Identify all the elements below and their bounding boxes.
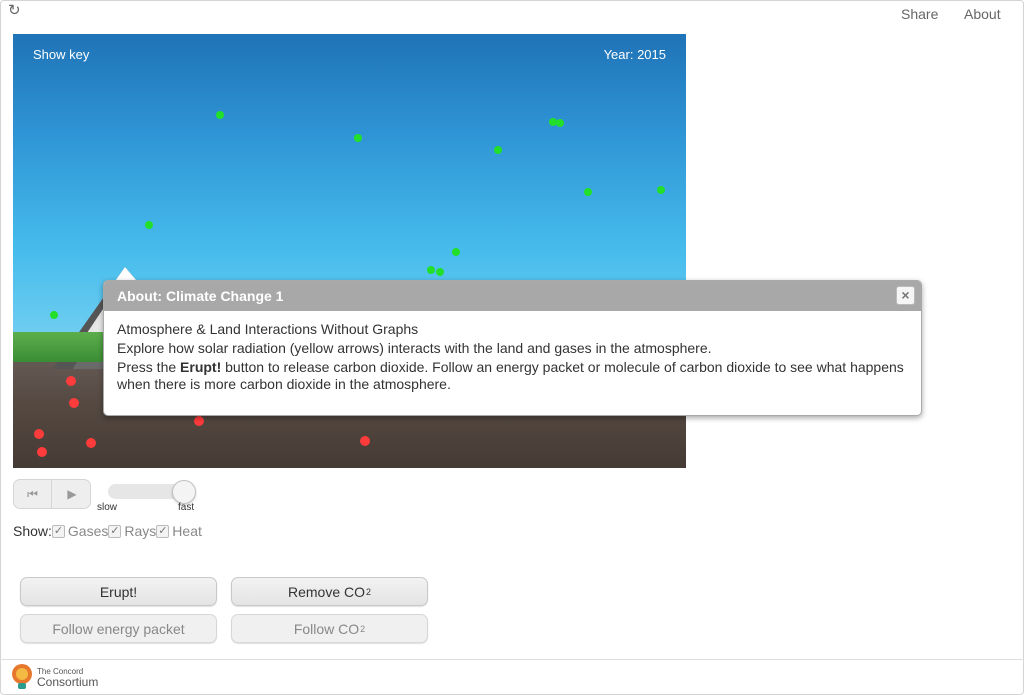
heat-particle bbox=[66, 376, 76, 386]
co2-molecule bbox=[145, 221, 153, 229]
follow-co2-button[interactable]: Follow CO 2 bbox=[231, 614, 428, 643]
co2-molecule bbox=[494, 146, 502, 154]
reload-icon[interactable]: ↻ bbox=[8, 3, 24, 19]
dialog-body: Atmosphere & Land Interactions Without G… bbox=[104, 311, 921, 393]
subscript: 2 bbox=[360, 623, 366, 634]
show-options: Show: ✓ Gases ✓ Rays ✓ Heat bbox=[13, 523, 202, 539]
follow-energy-packet-button[interactable]: Follow energy packet bbox=[20, 614, 217, 643]
fast-label: fast bbox=[178, 502, 195, 513]
heat-particle bbox=[86, 438, 96, 448]
dialog-header: About: Climate Change 1 × bbox=[104, 281, 921, 311]
dialog-title: About: Climate Change 1 bbox=[117, 288, 284, 304]
logo-line2: Consortium bbox=[37, 675, 99, 689]
slow-label: slow bbox=[97, 502, 118, 513]
play-icon: ▶ bbox=[67, 487, 77, 501]
speed-slider-thumb[interactable] bbox=[172, 480, 196, 504]
check-icon[interactable]: ✓ bbox=[51, 524, 65, 538]
co2-molecule bbox=[452, 248, 460, 256]
lightbulb-icon bbox=[12, 664, 32, 689]
dialog-line-1: Atmosphere & Land Interactions Without G… bbox=[117, 321, 419, 337]
co2-molecule bbox=[584, 188, 592, 196]
heat-particle bbox=[69, 398, 79, 408]
show-heat-option[interactable]: ✓ Heat bbox=[156, 523, 202, 539]
heat-particle bbox=[360, 436, 370, 446]
subscript: 2 bbox=[366, 586, 372, 597]
erupt-button[interactable]: Erupt! bbox=[20, 577, 217, 606]
heat-particle bbox=[34, 429, 44, 439]
show-rays-option[interactable]: ✓ Rays bbox=[108, 523, 156, 539]
option-label: Heat bbox=[172, 523, 202, 539]
co2-molecule bbox=[50, 311, 58, 319]
skip-back-icon: ⏮ bbox=[27, 486, 38, 501]
about-link[interactable]: About bbox=[964, 6, 1001, 22]
co2-molecule bbox=[427, 266, 435, 274]
show-label: Show: bbox=[13, 523, 52, 539]
concord-logo[interactable]: The Concord Consortium bbox=[9, 662, 98, 692]
dialog-line-3-post: button to release carbon dioxide. Follow… bbox=[117, 359, 904, 392]
share-link[interactable]: Share bbox=[901, 6, 938, 22]
play-button[interactable]: ▶ bbox=[53, 480, 90, 508]
co2-molecule bbox=[556, 119, 564, 127]
check-icon[interactable]: ✓ bbox=[108, 524, 122, 538]
close-icon[interactable]: × bbox=[896, 286, 915, 305]
check-icon[interactable]: ✓ bbox=[156, 524, 170, 538]
co2-molecule bbox=[216, 111, 224, 119]
co2-molecule bbox=[549, 118, 557, 126]
dialog-line-3: Press the Erupt! button to release carbo… bbox=[117, 359, 907, 393]
dialog-line-3-bold: Erupt! bbox=[180, 359, 222, 375]
show-gases-option[interactable]: ✓ Gases bbox=[51, 523, 109, 539]
about-dialog: About: Climate Change 1 × Atmosphere & L… bbox=[103, 280, 922, 416]
option-label: Rays bbox=[124, 523, 157, 539]
remove-co2-button[interactable]: Remove CO 2 bbox=[231, 577, 428, 606]
remove-co2-label: Remove CO bbox=[287, 583, 365, 600]
erupt-label: Erupt! bbox=[99, 583, 138, 600]
reset-button[interactable]: ⏮ bbox=[14, 480, 52, 508]
option-label: Gases bbox=[67, 523, 109, 539]
co2-molecule bbox=[436, 268, 444, 276]
heat-particle bbox=[37, 447, 47, 457]
follow-co2-label: Follow CO bbox=[293, 620, 360, 637]
follow-energy-label: Follow energy packet bbox=[52, 620, 185, 637]
dialog-line-2: Explore how solar radiation (yellow arro… bbox=[117, 340, 712, 356]
playback-controls: ⏮ ▶ bbox=[13, 479, 91, 509]
dialog-line-3-pre: Press the bbox=[117, 359, 181, 375]
footer: The Concord Consortium bbox=[0, 659, 1024, 695]
co2-molecule bbox=[354, 134, 362, 142]
co2-molecule bbox=[657, 186, 665, 194]
heat-particle bbox=[194, 416, 204, 426]
